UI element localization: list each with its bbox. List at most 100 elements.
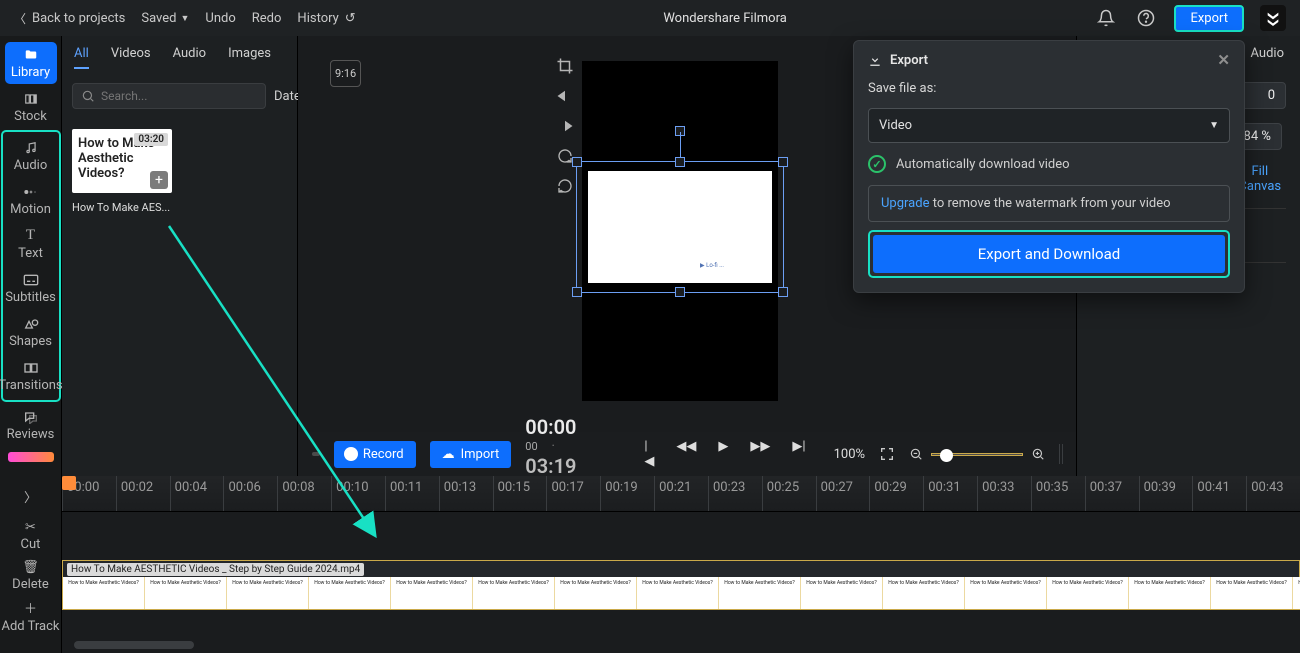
ruler-tick: 00:13 <box>439 476 493 511</box>
selection-box[interactable] <box>576 161 784 293</box>
rewind-icon[interactable]: ◀◀ <box>676 439 696 469</box>
handle-ne[interactable] <box>778 157 788 167</box>
undo-rotate-icon[interactable] <box>554 176 576 196</box>
zoom-out-icon[interactable] <box>909 447 923 461</box>
upgrade-link[interactable]: Upgrade <box>881 196 929 211</box>
cut-button[interactable]: ✂ Cut <box>0 516 61 556</box>
import-button[interactable]: ☁ Import <box>430 441 512 468</box>
tab-all[interactable]: All <box>74 46 89 69</box>
zoom-in-icon[interactable] <box>1031 447 1045 461</box>
handle-nw[interactable] <box>572 157 582 167</box>
forward-icon[interactable]: ▶▶ <box>750 439 770 469</box>
nav-reviews[interactable]: Reviews <box>5 404 57 446</box>
timeline-frame: How to Make Aesthetic Videos? <box>637 577 719 609</box>
zoom-slider[interactable] <box>931 453 1023 456</box>
tab-videos[interactable]: Videos <box>111 46 151 69</box>
zoom-percent: 100% <box>834 447 865 462</box>
nav-stock-label: Stock <box>14 109 47 124</box>
play-icon[interactable]: ▶ <box>718 439 728 469</box>
ruler-tick: 00:21 <box>654 476 708 511</box>
nav-shapes[interactable]: Shapes <box>5 311 57 353</box>
nav-stock[interactable]: Stock <box>5 86 57 128</box>
skip-start-icon[interactable]: |◀ <box>644 439 654 469</box>
redo-button[interactable]: Redo <box>252 11 282 26</box>
add-clip-button[interactable]: + <box>150 171 168 189</box>
timeline-frame: How to Make Aesthetic Videos? <box>227 577 309 609</box>
nav-transitions[interactable]: Transitions <box>5 355 57 397</box>
nav-motion-label: Motion <box>10 202 51 217</box>
chevron-left-icon: 〈 <box>14 10 26 27</box>
timeline-empty-row[interactable] <box>62 512 1300 560</box>
delete-button[interactable]: 🗑 Delete <box>0 556 61 596</box>
caret-down-icon: ▼ <box>1209 120 1219 131</box>
history-button[interactable]: History ↺ <box>297 11 355 26</box>
playhead[interactable] <box>62 476 76 490</box>
close-icon[interactable]: ✕ <box>1217 51 1230 69</box>
ruler-tick: 00:23 <box>708 476 762 511</box>
history-icon: ↺ <box>345 11 356 26</box>
subtitles-icon <box>22 272 40 288</box>
video-track[interactable]: How To Make AESTHETIC Videos _ Step by S… <box>62 560 1300 610</box>
aspect-badge[interactable]: 9:16 <box>330 60 361 87</box>
opacity-slider[interactable] <box>312 452 320 456</box>
handle-s[interactable] <box>675 287 685 297</box>
help-icon[interactable] <box>1134 6 1158 30</box>
timeline-scrollbar[interactable] <box>74 641 194 649</box>
timeline-frame: How to Make Aesthetic Videos? <box>63 577 145 609</box>
handle-se[interactable] <box>778 287 788 297</box>
timeline-frame: How to Make Aesthetic Videos? <box>1293 577 1300 609</box>
nav-transitions-label: Transitions <box>0 378 63 393</box>
brand-logo[interactable] <box>1260 5 1286 31</box>
fullscreen-icon[interactable] <box>879 446 895 462</box>
handle-n[interactable] <box>675 157 685 167</box>
upgrade-rest: to remove the watermark from your video <box>929 196 1170 211</box>
export-and-download-button[interactable]: Export and Download <box>873 235 1225 273</box>
crop-tool-icon[interactable] <box>554 56 576 76</box>
chevron-right-icon: 〉 <box>24 487 37 506</box>
app-title: Wondershare Filmora <box>356 11 1095 26</box>
preview-viewport[interactable]: ▶ Lo-fi ... <box>582 61 778 401</box>
search-box[interactable] <box>72 83 266 109</box>
ruler-tick: 00:04 <box>170 476 224 511</box>
back-to-projects[interactable]: 〈 Back to projects <box>14 10 125 27</box>
add-track-label: Add Track <box>1 619 59 634</box>
inspector-tab-audio[interactable]: Audio <box>1251 46 1284 61</box>
search-input[interactable] <box>101 89 257 103</box>
delete-label: Delete <box>12 577 49 592</box>
layout-toggle[interactable] <box>1059 444 1062 464</box>
add-track-button[interactable]: ＋ Add Track <box>0 596 61 636</box>
export-top-button[interactable]: Export <box>1174 5 1244 32</box>
back-label: Back to projects <box>32 11 125 26</box>
nav-library[interactable]: Library <box>5 42 57 84</box>
saved-dropdown[interactable]: Saved ▼ <box>141 11 189 26</box>
undo-button[interactable]: Undo <box>205 11 235 26</box>
nav-audio[interactable]: Audio <box>5 135 57 177</box>
tab-audio[interactable]: Audio <box>173 46 206 69</box>
auto-download-check[interactable]: ✓ <box>868 155 886 173</box>
tab-images[interactable]: Images <box>228 46 271 69</box>
flip-v-icon[interactable] <box>554 116 576 136</box>
format-select[interactable]: Video ▼ <box>868 108 1230 143</box>
ruler-tick: 00:43 <box>1246 476 1300 511</box>
expand-button[interactable]: 〉 <box>0 476 61 516</box>
nav-effects[interactable] <box>8 452 54 462</box>
asset-thumbnail[interactable]: 03:20 How to Make Aesthetic Videos? + <box>72 129 172 193</box>
nav-motion[interactable]: Motion <box>5 179 57 221</box>
trash-icon: 🗑 <box>22 560 39 575</box>
clip-duration: 03:20 <box>134 133 168 146</box>
skip-end-icon[interactable]: ▶| <box>792 439 805 469</box>
nav-subtitles[interactable]: Subtitles <box>5 267 57 309</box>
timeline-ruler[interactable]: 00:0000:0200:0400:0600:0800:1000:1100:13… <box>62 476 1300 512</box>
ruler-tick: 00:19 <box>600 476 654 511</box>
ruler-tick: 00:11 <box>385 476 439 511</box>
handle-sw[interactable] <box>572 287 582 297</box>
bell-icon[interactable] <box>1094 6 1118 30</box>
nav-text-label: Text <box>18 246 43 261</box>
flip-h-icon[interactable] <box>554 86 576 106</box>
saved-label: Saved <box>141 11 176 26</box>
ruler-tick: 00:37 <box>1085 476 1139 511</box>
timeline-frame: How to Make Aesthetic Videos? <box>801 577 883 609</box>
nav-text[interactable]: T Text <box>5 223 57 265</box>
timeline-frame: How to Make Aesthetic Videos? <box>309 577 391 609</box>
text-icon: T <box>22 228 40 244</box>
